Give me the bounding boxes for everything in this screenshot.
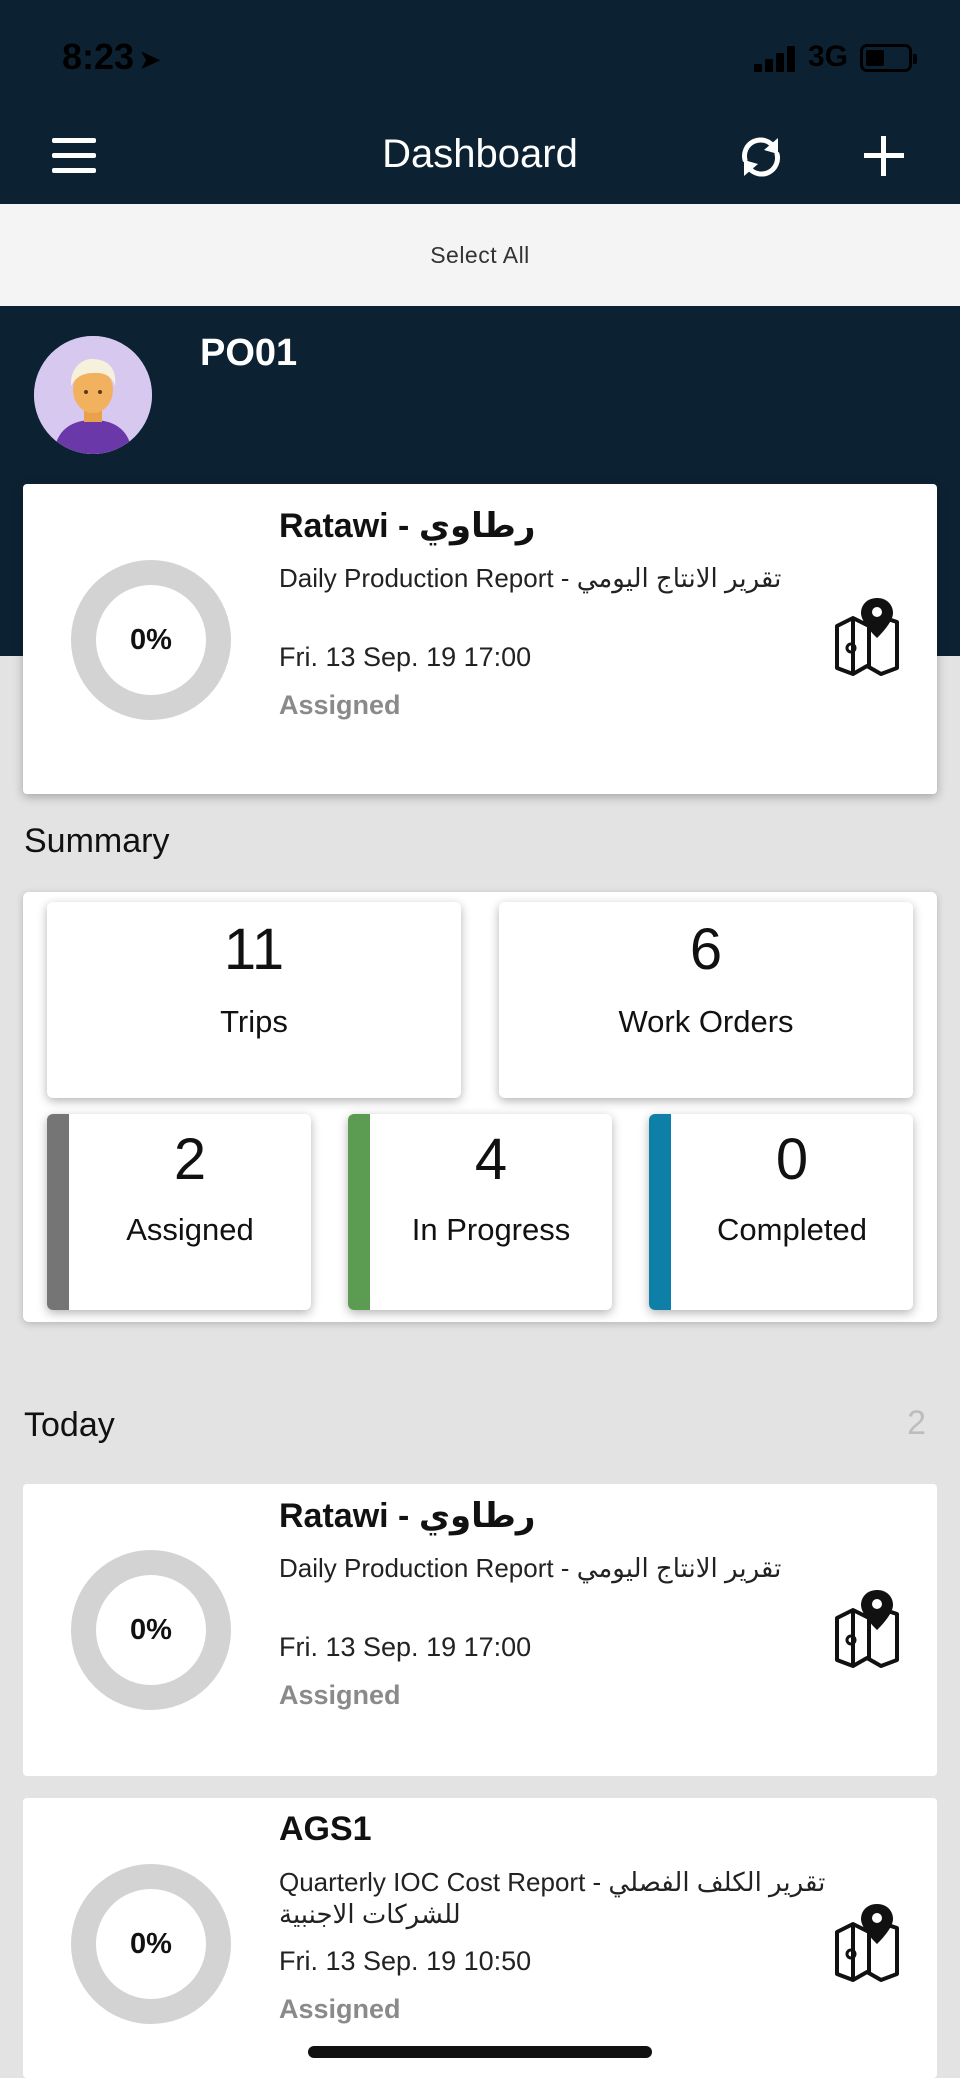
add-icon[interactable] [860,132,908,180]
page-title: Dashboard [382,132,578,176]
profile-name: PO01 [200,332,298,374]
featured-task-card[interactable]: 0% Ratawi - رطاوي Daily Production Repor… [23,484,937,794]
status-time: 8:23 ➤ [62,36,162,78]
progress-label: 0% [130,1613,172,1646]
progress-label: 0% [130,1927,172,1960]
assigned-label: Assigned [126,1212,254,1247]
today-count: 2 [907,1404,926,1442]
assigned-color-bar [47,1114,69,1310]
location-arrow-icon: ➤ [138,44,162,75]
in-progress-count: 4 [474,1127,508,1192]
in-progress-tile[interactable]: 4 In Progress [348,1114,612,1310]
task-status: Assigned [279,1680,401,1710]
map-icon[interactable] [831,1902,903,1982]
summary-panel: 11 Trips 6 Work Orders 2 Assigned 4 In P… [23,892,937,1322]
progress-ring: 0% [71,560,231,720]
in-progress-label: In Progress [411,1212,571,1247]
completed-tile[interactable]: 0 Completed [649,1114,913,1310]
progress-ring: 0% [71,1864,231,2024]
avatar[interactable] [34,336,152,454]
status-time-text: 8:23 [62,36,135,77]
nav-bar: Dashboard [0,110,960,204]
assigned-count: 2 [173,1127,207,1192]
task-datetime: Fri. 13 Sep. 19 10:50 [279,1946,532,1976]
in-progress-color-bar [348,1114,370,1310]
assigned-tile[interactable]: 2 Assigned [47,1114,311,1310]
map-icon[interactable] [831,1588,903,1668]
progress-ring: 0% [71,1550,231,1710]
trips-label: Trips [220,1004,288,1039]
task-card[interactable]: 0% Ratawi - رطاوي Daily Production Repor… [23,1484,937,1776]
task-description: Quarterly IOC Cost Report - تقرير الكلف … [279,1867,826,1929]
home-indicator[interactable] [308,2046,652,2058]
progress-label: 0% [130,623,172,656]
task-card[interactable]: 0% AGS1 Quarterly IOC Cost Report - تقري… [23,1798,937,2078]
task-datetime: Fri. 13 Sep. 19 17:00 [279,1632,532,1662]
work-orders-label: Work Orders [618,1004,794,1039]
task-status: Assigned [279,690,401,720]
task-title: Ratawi - رطاوي [279,507,536,545]
user-avatar-icon [34,336,152,454]
summary-title: Summary [24,822,170,860]
trips-count: 11 [223,917,285,982]
battery-icon [860,44,917,72]
map-icon[interactable] [831,596,903,676]
work-orders-tile[interactable]: 6 Work Orders [499,902,913,1098]
work-orders-count: 6 [689,917,723,982]
trips-tile[interactable]: 11 Trips [47,902,461,1098]
task-description: Daily Production Report - تقرير الانتاج … [279,563,782,593]
completed-label: Completed [717,1212,867,1247]
task-datetime: Fri. 13 Sep. 19 17:00 [279,642,532,672]
task-description: Daily Production Report - تقرير الانتاج … [279,1553,782,1583]
status-bar: 8:23 ➤ 3G [0,0,960,110]
task-title: AGS1 [279,1810,372,1848]
select-all-button[interactable]: Select All [0,204,960,306]
task-status: Assigned [279,1994,401,2024]
sync-icon[interactable] [736,130,786,184]
network-type: 3G [808,40,849,73]
completed-color-bar [649,1114,671,1310]
task-title: Ratawi - رطاوي [279,1497,536,1535]
today-title: Today [24,1406,115,1444]
signal-icon [754,46,802,72]
completed-count: 0 [775,1127,809,1192]
